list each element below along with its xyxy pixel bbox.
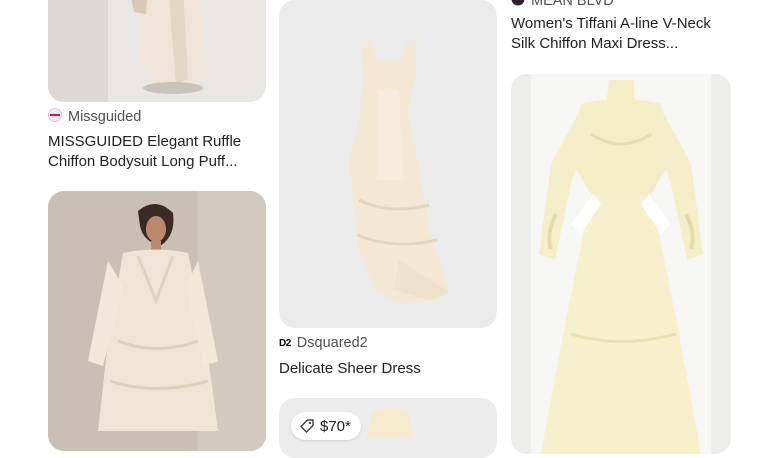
result-card-cream-dress[interactable]: [48, 191, 266, 451]
dsquared2-logo-icon: D2: [279, 337, 291, 349]
result-card-mean-blvd[interactable]: MEAN BLVD Women's Tiffani A-line V-Neck …: [511, 0, 733, 454]
price-chip[interactable]: $70*: [291, 412, 361, 440]
result-title[interactable]: Delicate Sheer Dress: [279, 359, 499, 379]
result-title-line1: Delicate Sheer Dress: [279, 360, 421, 377]
result-card-priced[interactable]: $70*: [279, 398, 497, 458]
result-title-line1: MISSGUIDED Elegant Ruffle: [48, 133, 242, 150]
result-source-name: Dsquared2: [296, 335, 368, 351]
result-source[interactable]: Missguided: [48, 108, 141, 126]
result-source-name: MEAN BLVD: [531, 0, 614, 9]
missguided-favicon-icon: [48, 108, 62, 126]
result-source[interactable]: D2 Dsquared2: [279, 335, 368, 351]
result-title[interactable]: Women's Tiffani A-line V-Neck Silk Chiff…: [511, 14, 733, 54]
result-card-missguided[interactable]: Missguided MISSGUIDED Elegant Ruffle Chi…: [48, 0, 266, 175]
mean-blvd-favicon-icon: [511, 0, 525, 10]
result-source[interactable]: MEAN BLVD: [511, 0, 614, 10]
result-image-missguided-gown[interactable]: [48, 0, 266, 102]
result-card-dsquared2[interactable]: D2 Dsquared2 Delicate Sheer Dress: [279, 0, 497, 380]
result-image-cream-ruffle-dress[interactable]: [48, 191, 266, 451]
result-title-line2: Chiffon Bodysuit Long Puff...: [48, 153, 238, 170]
result-image-yellow-maxi-dress[interactable]: [511, 74, 731, 454]
result-image-sheer-dress[interactable]: [279, 0, 497, 328]
result-title-line1: Women's Tiffani A-line V-Neck: [511, 15, 711, 32]
result-source-name: Missguided: [68, 109, 142, 125]
result-title[interactable]: MISSGUIDED Elegant Ruffle Chiffon Bodysu…: [48, 132, 268, 172]
result-title-line2: Silk Chiffon Maxi Dress...: [511, 35, 679, 52]
